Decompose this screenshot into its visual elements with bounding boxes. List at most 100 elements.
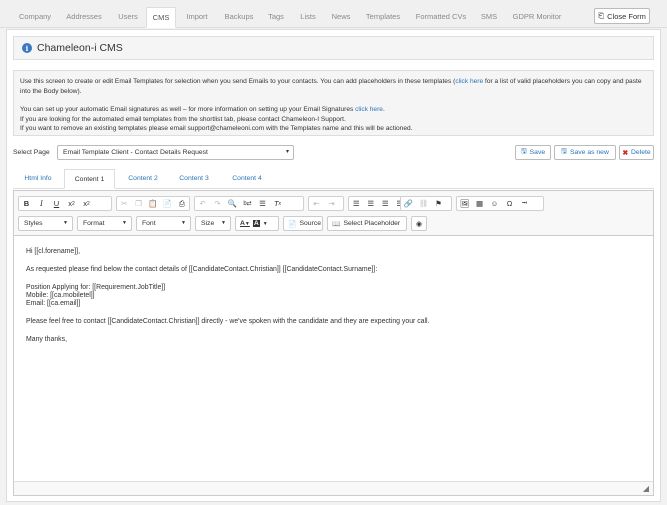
close-form-label: Close Form — [607, 11, 646, 21]
paste-text-icon[interactable]: 📄 — [160, 197, 174, 210]
subscript-icon[interactable]: x2 — [64, 197, 79, 210]
tab-content-4[interactable]: Content 4 — [223, 169, 271, 189]
indent-icon[interactable]: ⇥ — [324, 197, 339, 210]
page-title: Chameleon-i CMS — [37, 42, 123, 54]
tab-addresses[interactable]: Addresses — [60, 7, 108, 28]
placeholders-link[interactable]: click here — [455, 78, 483, 85]
clipboard-group: ✂ ❐ 📋 📄 ⎙ — [116, 196, 190, 211]
unlink-icon[interactable]: ⛓ — [416, 197, 431, 210]
book-icon: 📖 — [332, 220, 341, 228]
tab-company[interactable]: Company — [13, 7, 57, 28]
email-signoff: Many thanks, — [26, 336, 67, 343]
history-find-group: ↶ ↷ 🔍 b⇄ ☰ Tx — [194, 196, 304, 211]
signatures-link[interactable]: click here — [355, 106, 383, 113]
find-icon[interactable]: 🔍 — [225, 197, 240, 210]
table-icon[interactable]: ▦ — [472, 197, 487, 210]
align-group: ☰ ☰ ☰ ☰ — [348, 196, 408, 211]
source-icon: 📄 — [288, 220, 297, 228]
superscript-icon[interactable]: x2 — [79, 197, 94, 210]
chevron-down-icon: ▼ — [221, 220, 226, 226]
tab-sms[interactable]: SMS — [476, 7, 502, 28]
special-char-icon[interactable]: Ω — [502, 197, 517, 210]
delete-button[interactable]: ✖ Delete — [619, 145, 654, 160]
tab-import[interactable]: Import — [178, 7, 216, 28]
instructions-line-3: If you are looking for the automated ema… — [20, 115, 346, 123]
image-icon[interactable]: 🖼 — [457, 197, 472, 210]
camera-icon: ◉ — [416, 220, 422, 228]
chevron-down-icon: ▼ — [262, 220, 268, 227]
editor-statusbar: ◢ — [14, 481, 653, 495]
close-form-icon: ⎗ — [598, 11, 605, 20]
save-icon: 🖫 — [561, 148, 567, 155]
tab-html-info[interactable]: Html Info — [17, 169, 59, 189]
chevron-down-icon: ▾ — [285, 149, 289, 155]
remove-format-icon[interactable]: Tx — [270, 197, 285, 210]
link-group: 🔗 ⛓ ⚑ — [400, 196, 452, 211]
select-page-row: Select Page Email Template Client - Cont… — [13, 145, 654, 161]
tab-news[interactable]: News — [326, 7, 356, 28]
tab-content-1[interactable]: Content 1 — [64, 169, 115, 189]
align-center-icon[interactable]: ☰ — [364, 197, 379, 210]
select-placeholder-button[interactable]: 📖 Select Placeholder — [327, 216, 407, 231]
main-panel: i Chameleon-i CMS Use this screen to cre… — [6, 29, 661, 502]
paste-icon[interactable]: 📋 — [146, 197, 160, 210]
tab-gdpr-monitor[interactable]: GDPR Monitor — [506, 7, 568, 28]
indent-group: ⇤ ⇥ — [308, 196, 344, 211]
email-contact: Please feel free to contact [[CandidateC… — [26, 318, 430, 325]
tab-templates[interactable]: Templates — [360, 7, 406, 28]
tab-users[interactable]: Users — [112, 7, 144, 28]
tab-tags[interactable]: Tags — [262, 7, 290, 28]
tab-content-2[interactable]: Content 2 — [119, 169, 167, 189]
page-break-icon[interactable]: ⭲ — [517, 197, 532, 210]
close-form-button[interactable]: ⎗ Close Form — [594, 8, 650, 24]
tab-cms[interactable]: CMS — [146, 7, 176, 28]
email-email: Email: [[ca.email]] — [26, 300, 81, 307]
source-button[interactable]: 📄 Source — [283, 216, 323, 231]
text-color-icon[interactable]: A▼ — [240, 220, 250, 227]
outdent-icon[interactable]: ⇤ — [309, 197, 324, 210]
font-dropdown[interactable]: Font ▼ — [136, 216, 191, 231]
smiley-icon[interactable]: ☺ — [487, 197, 502, 210]
tab-backups[interactable]: Backups — [218, 7, 260, 28]
underline-icon[interactable]: U — [49, 197, 64, 210]
select-page-value: Email Template Client - Contact Details … — [63, 149, 208, 156]
anchor-flag-icon[interactable]: ⚑ — [431, 197, 446, 210]
tab-content-3[interactable]: Content 3 — [170, 169, 218, 189]
instructions-line-1: Use this screen to create or edit Email … — [20, 78, 642, 95]
chevron-down-icon: ▼ — [122, 220, 127, 226]
text-style-group: B I U x2 x2 — [18, 196, 112, 211]
undo-icon[interactable]: ↶ — [195, 197, 210, 210]
page-header: i Chameleon-i CMS — [13, 36, 654, 60]
align-right-icon[interactable]: ☰ — [378, 197, 393, 210]
italic-icon[interactable]: I — [34, 197, 49, 210]
print-icon[interactable]: ⎙ — [175, 197, 189, 210]
resize-handle-icon[interactable]: ◢ — [643, 484, 649, 493]
save-button[interactable]: 🖫 Save — [515, 145, 551, 160]
bg-color-icon[interactable]: A — [252, 220, 260, 227]
preview-button[interactable]: ◉ — [411, 216, 427, 231]
select-page-dropdown[interactable]: Email Template Client - Contact Details … — [57, 145, 294, 160]
redo-icon[interactable]: ↷ — [210, 197, 225, 210]
bold-icon[interactable]: B — [19, 197, 34, 210]
tab-lists[interactable]: Lists — [294, 7, 322, 28]
email-position: Position Applying for: [[Requirement.Job… — [26, 284, 166, 291]
format-dropdown[interactable]: Format ▼ — [77, 216, 132, 231]
email-details: Position Applying for: [[Requirement.Job… — [26, 284, 646, 308]
tab-formatted-cvs[interactable]: Formatted CVs — [410, 7, 472, 28]
replace-icon[interactable]: b⇄ — [240, 197, 255, 210]
align-left-icon[interactable]: ☰ — [349, 197, 364, 210]
select-all-icon[interactable]: ☰ — [255, 197, 270, 210]
cut-icon[interactable]: ✂ — [117, 197, 131, 210]
styles-dropdown[interactable]: Styles ▼ — [18, 216, 73, 231]
top-nav-bar: Company Addresses Users CMS Import Backu… — [0, 0, 667, 28]
chevron-down-icon: ▼ — [181, 220, 186, 226]
editor-toolbar: B I U x2 x2 ✂ ❐ 📋 📄 ⎙ ↶ ↷ 🔍 b⇄ ☰ Tx ⇤ ⇥ … — [14, 191, 653, 236]
link-icon[interactable]: 🔗 — [401, 197, 416, 210]
size-dropdown[interactable]: Size ▼ — [195, 216, 231, 231]
editor-content[interactable]: Hi [[cl.forename]], As requested please … — [26, 248, 646, 354]
email-greeting: Hi [[cl.forename]], — [26, 248, 80, 255]
rich-text-editor: B I U x2 x2 ✂ ❐ 📋 📄 ⎙ ↶ ↷ 🔍 b⇄ ☰ Tx ⇤ ⇥ … — [13, 190, 654, 496]
save-as-new-button[interactable]: 🖫 Save as new — [554, 145, 616, 160]
copy-icon[interactable]: ❐ — [131, 197, 145, 210]
email-intro: As requested please find below the conta… — [26, 266, 378, 273]
